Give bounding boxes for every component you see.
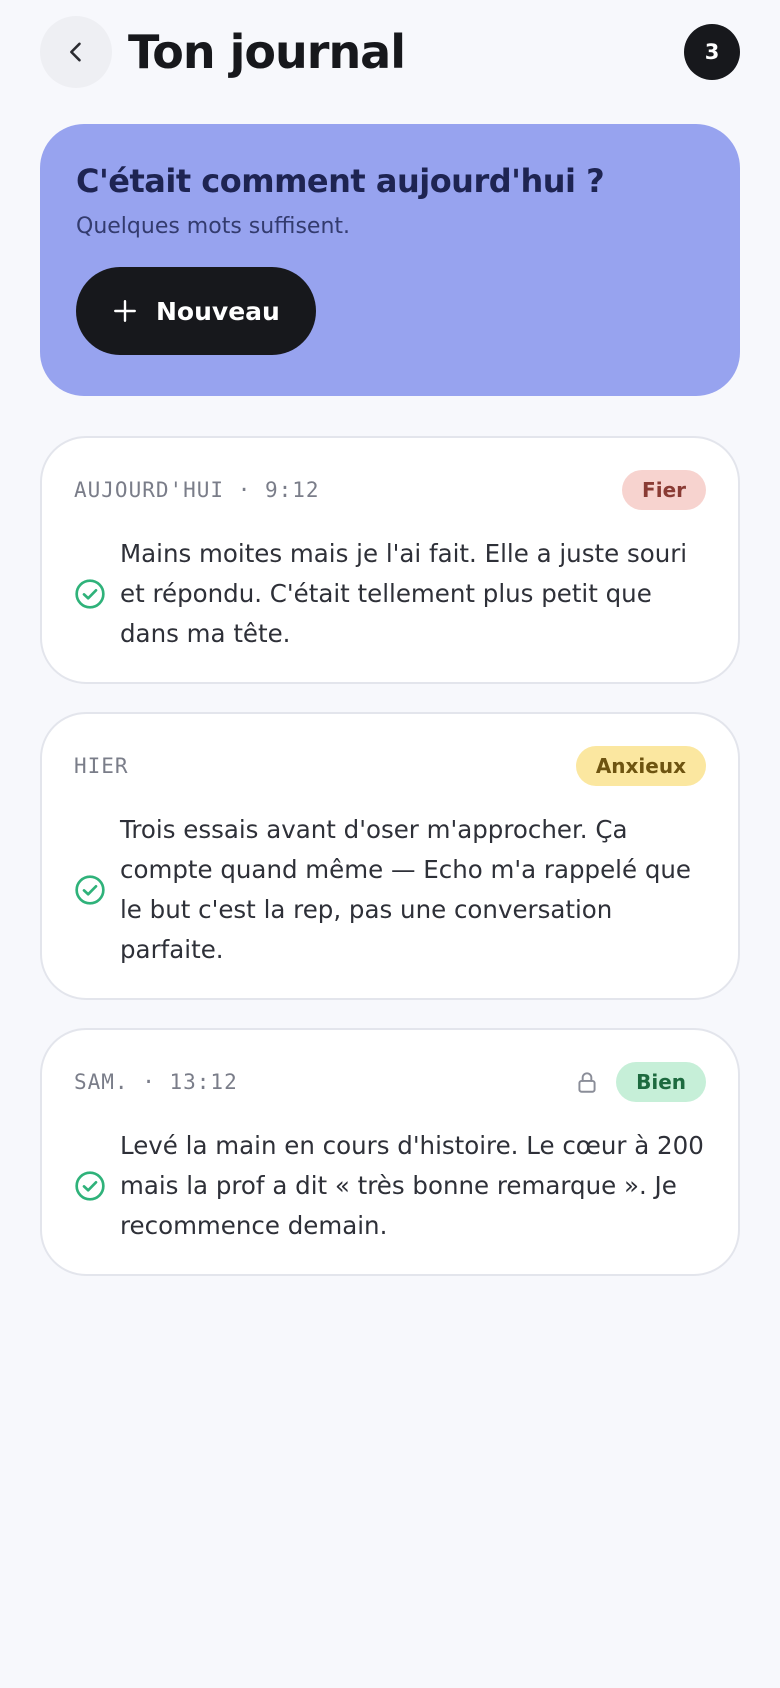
entry-header: AUJOURD'HUI · 9:12 Fier [74, 470, 706, 510]
entry-tools: Bien [574, 1062, 706, 1102]
chevron-left-icon [62, 38, 90, 66]
entry-tools: Fier [622, 470, 706, 510]
entry-count-badge: 3 [684, 24, 740, 80]
prompt-title: C'était comment aujourd'hui ? [76, 162, 605, 200]
journal-entry[interactable]: SAM. · 13:12 Bien Levé la main en cours … [40, 1028, 740, 1276]
daily-prompt-card: C'était comment aujourd'hui ? Quelques m… [40, 124, 740, 396]
mood-badge: Anxieux [575, 746, 706, 786]
entry-tools: Anxieux [575, 746, 706, 786]
entry-header: HIER Anxieux [74, 746, 706, 786]
header: Ton journal 3 [40, 16, 740, 88]
entry-date: AUJOURD'HUI · 9:12 [74, 478, 320, 502]
entry-body: Trois essais avant d'oser m'approcher. Ç… [74, 810, 706, 970]
journal-page: Ton journal 3 C'était comment aujourd'hu… [0, 0, 780, 1688]
new-entry-label: Nouveau [156, 296, 280, 326]
entry-body: Mains moites mais je l'ai fait. Elle a j… [74, 534, 706, 654]
prompt-subtitle: Quelques mots suffisent. [76, 214, 351, 239]
journal-entry[interactable]: HIER Anxieux Trois essais avant d'oser m… [40, 712, 740, 1000]
page-title: Ton journal [128, 25, 406, 79]
plus-icon [112, 298, 138, 324]
check-circle-icon [74, 874, 106, 906]
entry-text: Levé la main en cours d'histoire. Le cœu… [120, 1131, 704, 1240]
mood-badge: Fier [622, 470, 706, 510]
back-button[interactable] [40, 16, 112, 88]
check-circle-icon [74, 1170, 106, 1202]
new-entry-button[interactable]: Nouveau [76, 267, 316, 355]
entry-date: SAM. · 13:12 [74, 1070, 238, 1094]
entry-text: Trois essais avant d'oser m'approcher. Ç… [120, 815, 692, 964]
mood-badge: Bien [616, 1062, 706, 1102]
entry-text: Mains moites mais je l'ai fait. Elle a j… [120, 539, 688, 648]
journal-entry[interactable]: AUJOURD'HUI · 9:12 Fier Mains moites mai… [40, 436, 740, 684]
check-circle-icon [74, 578, 106, 610]
lock-icon [574, 1069, 600, 1095]
entry-header: SAM. · 13:12 Bien [74, 1062, 706, 1102]
entry-date: HIER [74, 754, 129, 778]
entry-body: Levé la main en cours d'histoire. Le cœu… [74, 1126, 706, 1246]
